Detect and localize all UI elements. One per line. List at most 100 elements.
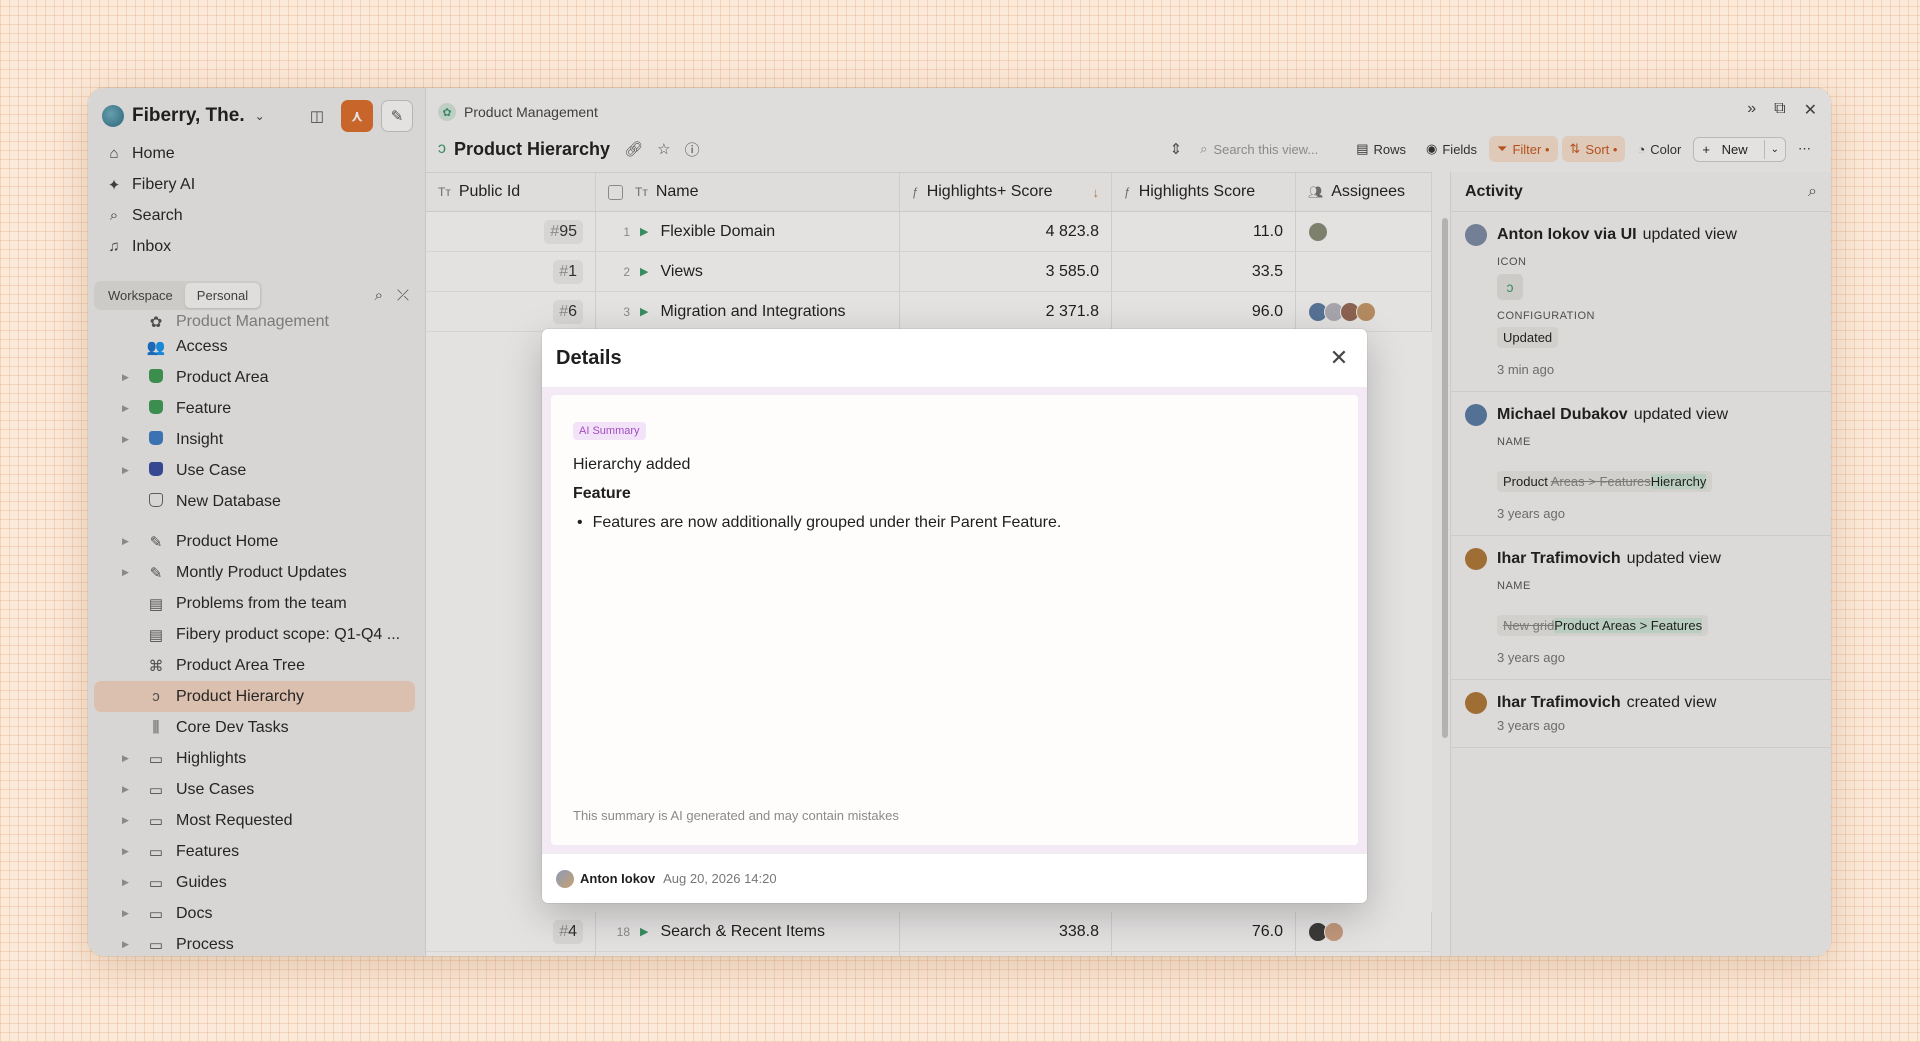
sidebar-item-process[interactable]: ▶ ▭ Process bbox=[94, 929, 415, 956]
sidebar-toggle-icon[interactable]: ◫ bbox=[301, 100, 333, 132]
sidebar-item-use-cases[interactable]: ▶ ▭ Use Cases bbox=[94, 774, 415, 805]
sidebar-item-fibery-product-scope-q1-q4[interactable]: ▤ Fibery product scope: Q1-Q4 ... bbox=[94, 619, 415, 650]
caret-right-icon[interactable]: ▶ bbox=[122, 815, 136, 826]
new-label[interactable]: + New bbox=[1694, 138, 1763, 161]
sidebar-item-access[interactable]: 👥 Access bbox=[94, 331, 415, 362]
name-cell[interactable]: 19▶Chat & comments bbox=[596, 952, 900, 956]
avatar[interactable] bbox=[1308, 221, 1328, 242]
column-header-public-id[interactable]: Tт Public Id bbox=[426, 173, 596, 211]
name-cell[interactable]: 1 ▶ Flexible Domain bbox=[596, 212, 900, 251]
caret-right-icon[interactable]: ▶ bbox=[122, 939, 136, 950]
row-name[interactable]: Views bbox=[660, 263, 702, 281]
sidebar-item-highlights[interactable]: ▶ ▭ Highlights bbox=[94, 743, 415, 774]
public-id-cell[interactable]: #397 bbox=[426, 952, 596, 956]
caret-right-icon[interactable]: ▶ bbox=[122, 536, 136, 547]
table-row[interactable]: #39719▶Chat & comments308.574.0 bbox=[426, 952, 1432, 956]
close-icon[interactable]: ✕ bbox=[1804, 100, 1817, 120]
avatar[interactable] bbox=[1324, 921, 1344, 942]
expand-triangle-icon[interactable]: ▶ bbox=[640, 265, 648, 278]
sidebar-item-use-case[interactable]: ▶ Use Case bbox=[94, 455, 415, 486]
table-row[interactable]: #95 1 ▶ Flexible Domain 4 823.8 11.0 bbox=[426, 212, 1432, 252]
caret-right-icon[interactable]: ▶ bbox=[122, 753, 136, 764]
sidebar-item-insight[interactable]: ▶ Insight bbox=[94, 424, 415, 455]
sidebar-item-product-home[interactable]: ▶ ✎ Product Home bbox=[94, 526, 415, 557]
assignees-cell[interactable] bbox=[1296, 952, 1432, 956]
assignees-cell[interactable] bbox=[1296, 212, 1432, 251]
assignees-cell[interactable] bbox=[1296, 292, 1432, 331]
view-search[interactable]: ⌕ Search this view... bbox=[1200, 141, 1318, 157]
event-actor[interactable]: Anton Iokov via UI bbox=[1497, 226, 1637, 244]
sidebar-item-docs[interactable]: ▶ ▭ Docs bbox=[94, 898, 415, 929]
caret-right-icon[interactable]: ▶ bbox=[122, 372, 136, 383]
caret-right-icon[interactable]: ▶ bbox=[122, 434, 136, 445]
nav-item-search[interactable]: ⌕ Search bbox=[98, 200, 415, 231]
new-button[interactable]: + New ⌄ bbox=[1693, 136, 1786, 162]
event-actor[interactable]: Michael Dubakov bbox=[1497, 406, 1628, 424]
expand-triangle-icon[interactable]: ▶ bbox=[640, 305, 648, 318]
nav-item-home[interactable]: ⌂ Home bbox=[98, 138, 415, 169]
event-actor[interactable]: Ihar Trafimovich bbox=[1497, 550, 1621, 568]
row-name[interactable]: Migration and Integrations bbox=[660, 303, 845, 321]
sort-button[interactable]: ⇅ Sort • bbox=[1561, 136, 1626, 162]
expand-triangle-icon[interactable]: ▶ bbox=[640, 225, 648, 238]
info-icon[interactable]: ⓘ bbox=[685, 139, 700, 160]
public-id-cell[interactable]: #1 bbox=[426, 252, 596, 291]
caret-right-icon[interactable]: ▶ bbox=[122, 877, 136, 888]
column-header-assignees[interactable]: 👥︎ Assignees bbox=[1296, 173, 1432, 211]
sidebar-item-guides[interactable]: ▶ ▭ Guides bbox=[94, 867, 415, 898]
sidebar-item-product-area-tree[interactable]: ⌘ Product Area Tree bbox=[94, 650, 415, 681]
sidebar-item-feature[interactable]: ▶ Feature bbox=[94, 393, 415, 424]
search-icon[interactable]: ⌕ bbox=[375, 287, 383, 304]
view-search-input[interactable]: Search this view... bbox=[1213, 142, 1318, 157]
nav-item-inbox[interactable]: ♫ Inbox bbox=[98, 231, 415, 262]
sidebar-item-new-database[interactable]: New Database bbox=[94, 486, 415, 517]
avatar[interactable] bbox=[1465, 224, 1487, 246]
breadcrumb-label[interactable]: Product Management bbox=[464, 104, 598, 120]
row-name[interactable]: Flexible Domain bbox=[660, 223, 775, 241]
sidebar-item-most-requested[interactable]: ▶ ▭ Most Requested bbox=[94, 805, 415, 836]
search-icon[interactable]: ⌕ bbox=[1808, 183, 1817, 201]
row-name[interactable]: Search & Recent Items bbox=[660, 923, 825, 941]
name-cell[interactable]: 2 ▶ Views bbox=[596, 252, 900, 291]
caret-right-icon[interactable]: ▶ bbox=[122, 846, 136, 857]
avatar[interactable] bbox=[1465, 548, 1487, 570]
name-cell[interactable]: 3 ▶ Migration and Integrations bbox=[596, 292, 900, 331]
caret-right-icon[interactable]: ▶ bbox=[122, 784, 136, 795]
avatar[interactable] bbox=[1465, 692, 1487, 714]
name-cell[interactable]: 18 ▶ Search & Recent Items bbox=[596, 912, 900, 951]
fields-button[interactable]: ◉ Fields bbox=[1418, 136, 1485, 162]
new-document-button[interactable]: ✎ bbox=[381, 100, 413, 132]
caret-right-icon[interactable]: ▶ bbox=[122, 465, 136, 476]
sidebar-item-product-hierarchy[interactable]: ↄ Product Hierarchy bbox=[94, 681, 415, 712]
color-button[interactable]: ◔ Color bbox=[1629, 137, 1689, 162]
column-header-name[interactable]: Tт Name bbox=[596, 173, 900, 211]
sidebar-item-features[interactable]: ▶ ▭ Features bbox=[94, 836, 415, 867]
caret-right-icon[interactable]: ▶ bbox=[122, 403, 136, 414]
caret-right-icon[interactable]: ▶ bbox=[122, 567, 136, 578]
scrollbar[interactable] bbox=[1442, 218, 1448, 738]
page-title[interactable]: Product Hierarchy bbox=[454, 139, 610, 160]
chevron-down-icon[interactable]: ⌄ bbox=[1763, 139, 1785, 159]
author-name[interactable]: Anton Iokov bbox=[580, 871, 655, 886]
column-header-highlights-score[interactable]: ƒ Highlights Score bbox=[1112, 173, 1296, 211]
public-id-cell[interactable]: #4 bbox=[426, 912, 596, 951]
select-all-checkbox[interactable] bbox=[608, 184, 623, 200]
column-header-highlights-plus-score[interactable]: ƒ Highlights+ Score ↓ bbox=[900, 173, 1112, 211]
event-actor[interactable]: Ihar Trafimovich bbox=[1497, 694, 1621, 712]
sidebar-item-core-dev-tasks[interactable]: ⫼ Core Dev Tasks bbox=[94, 712, 415, 743]
open-in-window-icon[interactable]: ⧉ bbox=[1774, 100, 1785, 120]
sidebar-item-product-management[interactable]: ✿ Product Management bbox=[94, 313, 415, 331]
more-icon[interactable]: ⋯ bbox=[1790, 136, 1819, 162]
filter-button[interactable]: ⏷ Filter • bbox=[1489, 136, 1558, 162]
rows-button[interactable]: ▤ Rows bbox=[1348, 136, 1414, 162]
breadcrumb[interactable]: ✿ Product Management bbox=[438, 98, 598, 126]
assignees-cell[interactable] bbox=[1296, 912, 1432, 951]
sidebar-item-problems-from-the-team[interactable]: ▤ Problems from the team bbox=[94, 588, 415, 619]
public-id-cell[interactable]: #6 bbox=[426, 292, 596, 331]
sidebar-item-product-area[interactable]: ▶ Product Area bbox=[94, 362, 415, 393]
sidebar-item-montly-product-updates[interactable]: ▶ ✎ Montly Product Updates bbox=[94, 557, 415, 588]
collapse-all-icon[interactable]: ⤫ bbox=[397, 287, 409, 304]
avatar[interactable] bbox=[1465, 404, 1487, 426]
tab-personal[interactable]: Personal bbox=[184, 282, 261, 308]
avatar[interactable] bbox=[1356, 301, 1376, 322]
